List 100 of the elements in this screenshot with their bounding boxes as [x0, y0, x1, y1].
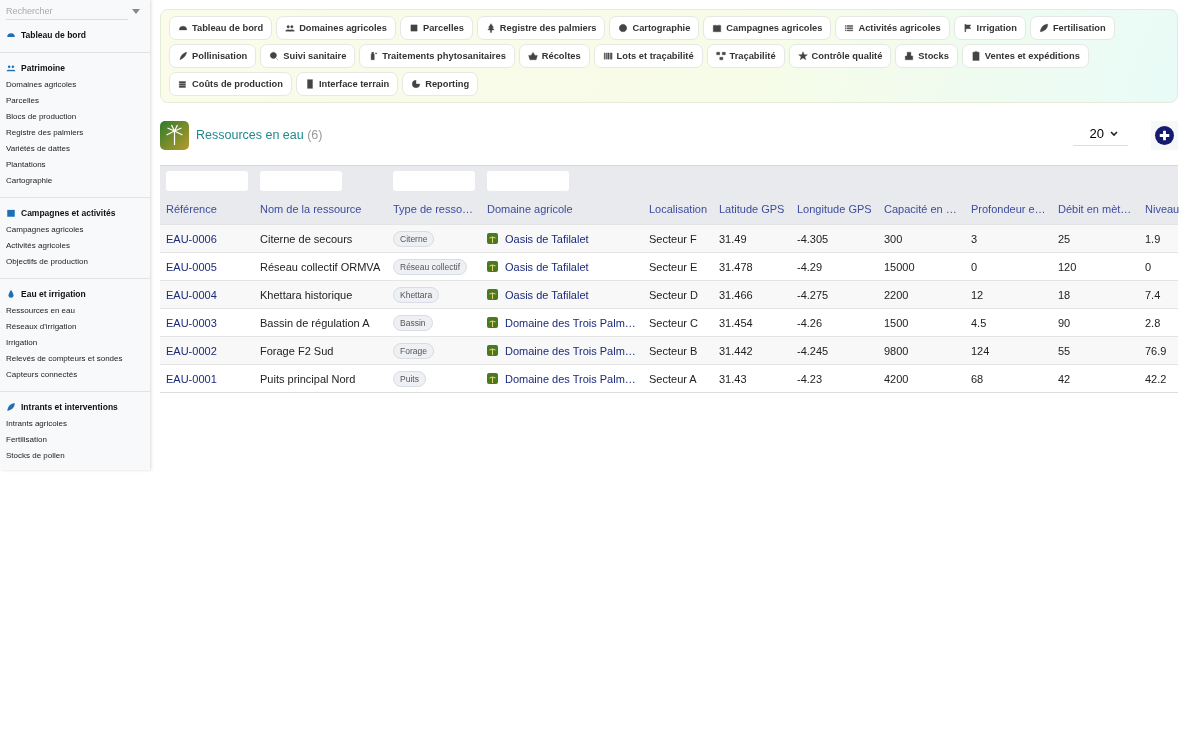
domain-link[interactable]: Domaine des Trois Palm… [505, 344, 636, 357]
table-cell: 31.466 [719, 288, 753, 301]
reference-link[interactable]: EAU-0001 [166, 372, 217, 385]
reference-link[interactable]: EAU-0006 [166, 232, 217, 245]
column-header[interactable]: Référence [166, 203, 248, 215]
nav-button[interactable]: Pollinisation [169, 44, 257, 68]
nav-button[interactable]: Reporting [402, 72, 479, 96]
reference-link[interactable]: EAU-0004 [166, 288, 217, 301]
nav-button[interactable]: Ventes et expéditions [961, 44, 1089, 68]
column-header[interactable]: Domaine agricole [487, 203, 637, 215]
sidebar-item[interactable]: Campagnes agricoles [0, 222, 150, 238]
sidebar-item[interactable]: Intrants agricoles [0, 416, 150, 432]
palm-logo-icon [487, 233, 498, 244]
sidebar-heading[interactable]: Patrimoine [0, 63, 150, 73]
sidebar-heading[interactable]: Intrants et interventions [0, 402, 150, 412]
reference-link[interactable]: EAU-0005 [166, 260, 217, 273]
sidebar-item[interactable]: Fertilisation [0, 432, 150, 448]
table-cell: 25 [1058, 232, 1071, 245]
table-cell: 90 [1058, 316, 1071, 329]
sidebar-heading[interactable]: Tableau de bord [0, 30, 150, 40]
column-header[interactable]: Type de resso… [393, 203, 475, 215]
table-cell: Forage F2 Sud [260, 344, 334, 357]
reference-link[interactable]: EAU-0003 [166, 316, 217, 329]
column-header[interactable]: Longitude GPS [797, 203, 872, 215]
nav-button[interactable]: Traçabilité [706, 44, 785, 68]
column-header[interactable]: Niveau [1145, 203, 1193, 215]
nav-button[interactable]: Fertilisation [1029, 16, 1115, 40]
sidebar-item[interactable]: Irrigation [0, 335, 150, 351]
sidebar-item[interactable]: Domaines agricoles [0, 77, 150, 93]
sidebar-item[interactable]: Relevés de compteurs et sondes [0, 351, 150, 367]
domain-link[interactable]: Domaine des Trois Palm… [505, 316, 636, 329]
domain-link[interactable]: Domaine des Trois Palm… [505, 372, 636, 385]
table-cell: 18 [1058, 288, 1071, 301]
nav-button[interactable]: Domaines agricoles [276, 16, 396, 40]
nav-button[interactable]: Traitements phytosanitaires [359, 44, 515, 68]
type-tag: Citerne [393, 230, 435, 247]
sidebar-item[interactable]: Cartographie [0, 173, 150, 189]
nav-button[interactable]: Interface terrain [295, 72, 399, 96]
nav-button[interactable]: Activités agricoles [835, 16, 950, 40]
drop-icon [6, 289, 16, 299]
sidebar-item[interactable]: Réseaux d'irrigation [0, 319, 150, 335]
sidebar-item[interactable]: Variétés de dattes [0, 141, 150, 157]
palm-logo-icon [487, 317, 498, 328]
table-cell: Bassin de régulation A [260, 316, 370, 329]
table-cell: Secteur D [649, 288, 698, 301]
table-cell: 31.49 [719, 232, 747, 245]
sidebar-heading[interactable]: Eau et irrigation [0, 289, 150, 299]
table-cell: -4.305 [797, 232, 829, 245]
table-cell: -4.23 [797, 372, 823, 385]
search-field[interactable]: Rechercher [6, 2, 128, 20]
nav-button[interactable]: Récoltes [518, 44, 590, 68]
sidebar-item[interactable]: Parcelles [0, 93, 150, 109]
nav-button[interactable]: Tableau de bord [169, 16, 273, 40]
nav-button[interactable]: Registre des palmiers [476, 16, 606, 40]
domain-link[interactable]: Oasis de Tafilalet [505, 288, 589, 301]
table-cell: 31.454 [719, 316, 753, 329]
nav-button[interactable]: Stocks [895, 44, 958, 68]
nav-button[interactable]: Campagnes agricoles [703, 16, 832, 40]
nav-button[interactable]: Coûts de production [169, 72, 292, 96]
table-cell: 31.442 [719, 344, 753, 357]
column-header[interactable]: Localisation [649, 203, 707, 215]
palm-logo-icon [487, 345, 498, 356]
sidebar-item[interactable]: Stocks de pollen [0, 448, 150, 464]
column-header[interactable]: Profondeur e… [971, 203, 1046, 215]
sidebar-item[interactable]: Blocs de production [0, 109, 150, 125]
column-header[interactable]: Débit en mèt… [1058, 203, 1133, 215]
table-cell: 3 [971, 232, 978, 245]
palm-logo-icon [160, 120, 189, 150]
nav-button[interactable]: Suivi sanitaire [260, 44, 356, 68]
sidebar-item[interactable]: Capteurs connectés [0, 367, 150, 383]
table-cell: 31.43 [719, 372, 747, 385]
add-button[interactable] [1151, 120, 1178, 150]
domain-link[interactable]: Oasis de Tafilalet [505, 232, 589, 245]
sidebar-item[interactable]: Objectifs de production [0, 254, 150, 270]
column-header[interactable]: Capacité en … [884, 203, 959, 215]
nav-button[interactable]: Contrôle qualité [788, 44, 892, 68]
sidebar-item[interactable]: Plantations [0, 157, 150, 173]
sidebar-item[interactable]: Activités agricoles [0, 238, 150, 254]
domain-link[interactable]: Oasis de Tafilalet [505, 260, 589, 273]
nav-button[interactable]: Parcelles [399, 16, 473, 40]
nodes-icon [715, 51, 726, 61]
table-cell: Secteur E [649, 260, 698, 273]
list-icon [844, 23, 855, 33]
type-tag: Bassin [393, 314, 433, 331]
page-size-select[interactable]: 20 [1072, 124, 1128, 146]
nav-button[interactable]: Lots et traçabilité [593, 44, 703, 68]
nav-button[interactable]: Irrigation [953, 16, 1026, 40]
table-cell: 7.4 [1145, 288, 1161, 301]
reference-link[interactable]: EAU-0002 [166, 344, 217, 357]
sidebar-item[interactable]: Ressources en eau [0, 303, 150, 319]
nav-button[interactable]: Cartographie [609, 16, 700, 40]
table-cell: 2.8 [1145, 316, 1161, 329]
sidebar-heading[interactable]: Campagnes et activités [0, 208, 150, 218]
table-cell: 2200 [884, 288, 909, 301]
flag-icon [962, 23, 973, 33]
sidebar-item[interactable]: Registre des palmiers [0, 125, 150, 141]
column-header[interactable]: Nom de la ressource [260, 203, 381, 215]
column-header[interactable]: Latitude GPS [719, 203, 785, 215]
table-cell: Citerne de secours [260, 232, 353, 245]
page-title: Ressources en eau (6) [196, 128, 323, 142]
